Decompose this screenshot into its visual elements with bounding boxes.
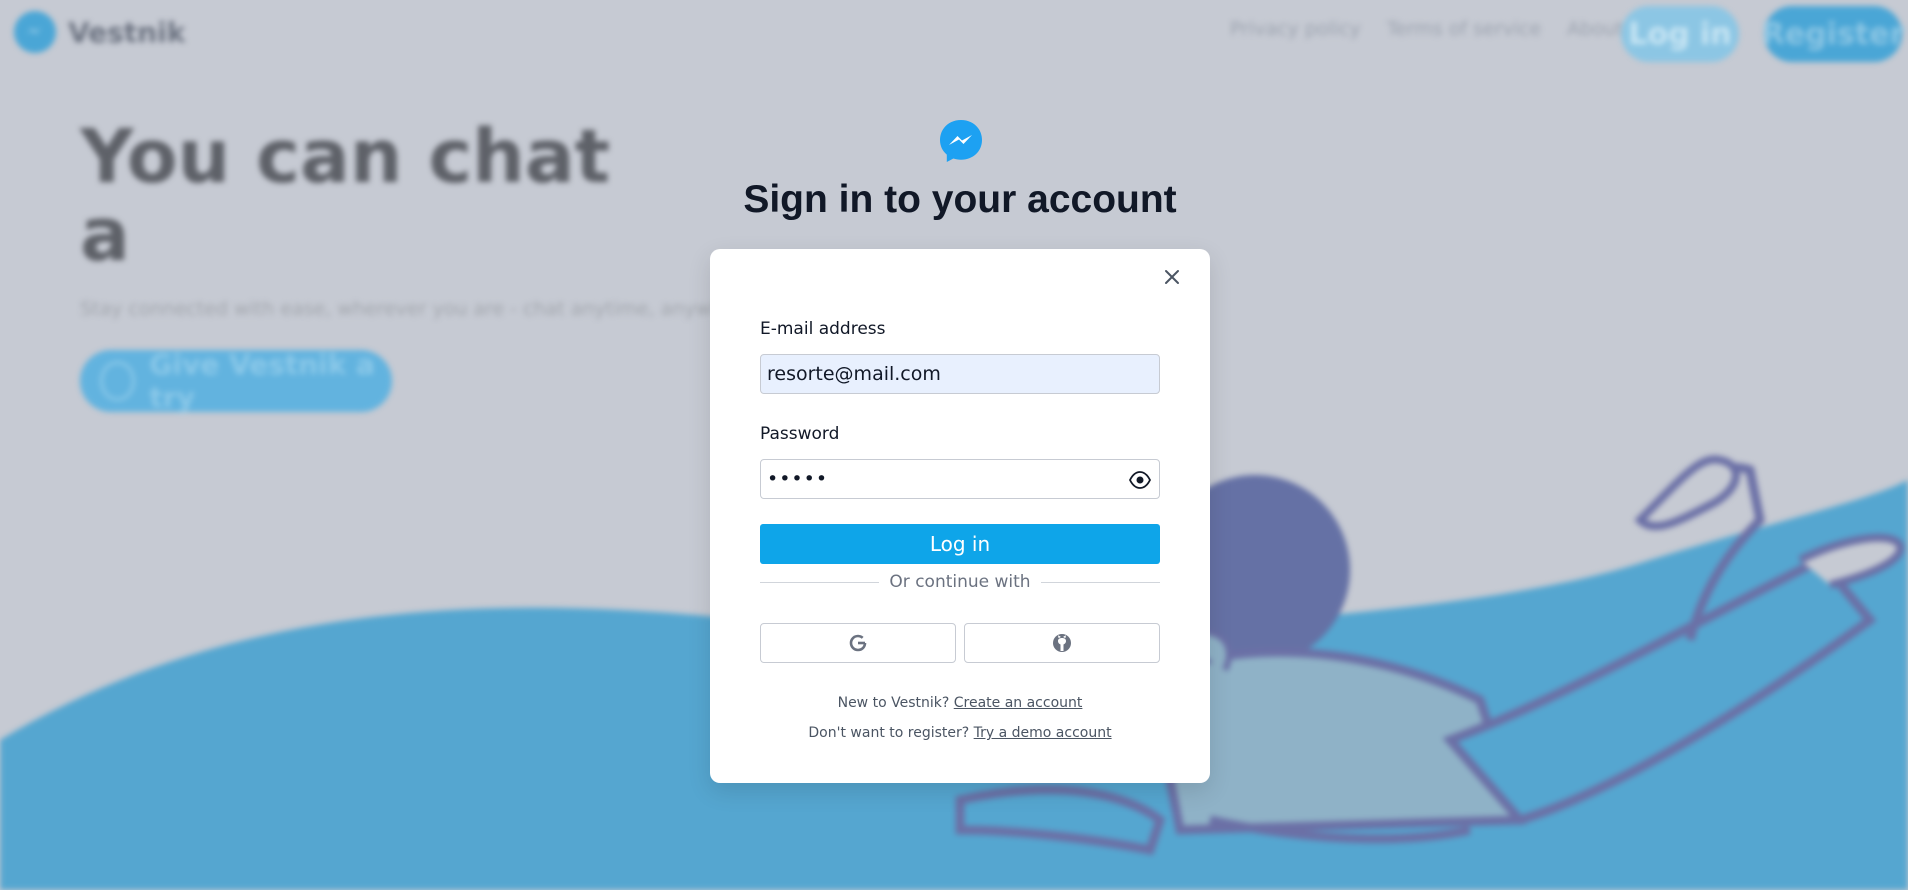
divider-line-right <box>1040 581 1161 583</box>
brand[interactable]: Vestnik <box>14 11 185 53</box>
dialog-title: Sign in to your account <box>743 178 1177 221</box>
chat-bubble-icon <box>100 361 136 401</box>
nav-links: Privacy policy Terms of service About <box>1230 18 1623 40</box>
brand-logo-icon <box>14 11 56 53</box>
hero-cta-label: Give Vestnik a try <box>149 348 375 414</box>
or-divider: Or continue with <box>760 570 1161 594</box>
password-label: Password <box>760 424 840 444</box>
nav-link-about[interactable]: About <box>1567 18 1623 40</box>
google-sign-in-button[interactable] <box>760 623 956 663</box>
email-value: resorte@mail.com <box>767 363 941 385</box>
create-account-line: New to Vestnik? Create an account <box>710 695 1210 711</box>
brand-name: Vestnik <box>68 15 186 49</box>
create-account-link[interactable]: Create an account <box>954 695 1083 711</box>
password-value: ••••• <box>767 468 829 490</box>
close-button[interactable] <box>1158 263 1186 291</box>
google-icon <box>849 634 867 652</box>
messenger-logo-icon <box>938 118 984 168</box>
sign-in-card: E-mail address resorte@mail.com Password… <box>710 249 1210 783</box>
github-sign-in-button[interactable] <box>964 623 1160 663</box>
hero-cta-button[interactable]: Give Vestnik a try <box>80 348 392 414</box>
email-label: E-mail address <box>760 319 886 339</box>
nav-login-button[interactable]: Log in <box>1621 6 1739 62</box>
login-button[interactable]: Log in <box>760 524 1160 564</box>
nav-register-button[interactable]: Register <box>1762 6 1904 62</box>
new-prompt: New to Vestnik? <box>837 695 950 711</box>
hero-subtitle: Stay connected with ease, wherever you a… <box>80 298 779 320</box>
demo-account-line: Don't want to register? Try a demo accou… <box>710 725 1210 741</box>
nav-link-privacy[interactable]: Privacy policy <box>1230 18 1361 40</box>
divider-text: Or continue with <box>889 572 1031 592</box>
show-password-eye-icon[interactable] <box>1129 470 1151 490</box>
divider-line-left <box>760 581 880 583</box>
password-field[interactable]: ••••• <box>760 459 1160 499</box>
github-icon <box>1053 634 1071 652</box>
demo-prompt: Don't want to register? <box>808 725 970 741</box>
email-field[interactable]: resorte@mail.com <box>760 354 1160 394</box>
demo-account-link[interactable]: Try a demo account <box>974 725 1112 741</box>
close-icon <box>1165 270 1179 284</box>
nav-link-terms[interactable]: Terms of service <box>1387 18 1541 40</box>
top-navigation: Vestnik Privacy policy Terms of service … <box>0 0 1908 68</box>
